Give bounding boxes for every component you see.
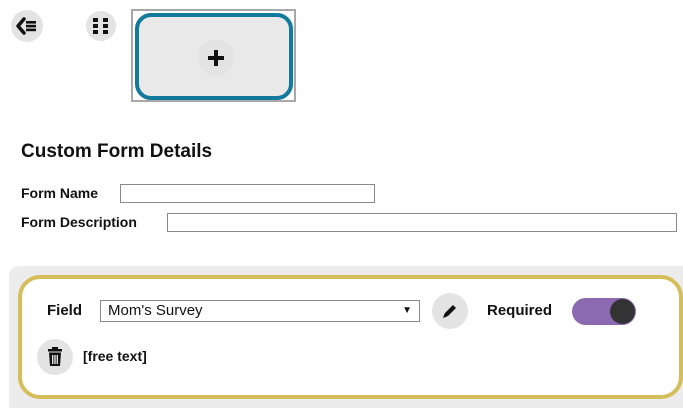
form-description-input[interactable] [167,213,677,232]
grid-view-button[interactable] [86,11,116,41]
field-panel [18,275,683,399]
field-label: Field [47,302,83,319]
delete-field-button[interactable] [37,339,73,375]
chevron-left-list-icon [16,17,36,35]
required-label: Required [487,302,553,319]
edit-field-button[interactable] [432,293,468,329]
field-select[interactable]: Mom's Survey ▼ [100,300,420,322]
pencil-icon [443,305,456,318]
form-name-input[interactable] [120,184,375,203]
toggle-knob [610,299,635,324]
form-description-label: Form Description [21,214,137,230]
section-title: Custom Form Details [21,141,213,162]
add-button[interactable] [198,40,234,76]
grid-dots-icon [93,18,108,34]
form-name-label: Form Name [21,185,99,201]
back-button[interactable] [11,10,43,42]
field-type-text: [free text] [83,348,147,364]
trash-icon [48,347,62,366]
plus-icon [208,50,224,66]
dropdown-arrow-icon: ▼ [402,305,412,316]
field-select-value: Mom's Survey [108,302,203,319]
required-toggle[interactable] [572,298,636,325]
